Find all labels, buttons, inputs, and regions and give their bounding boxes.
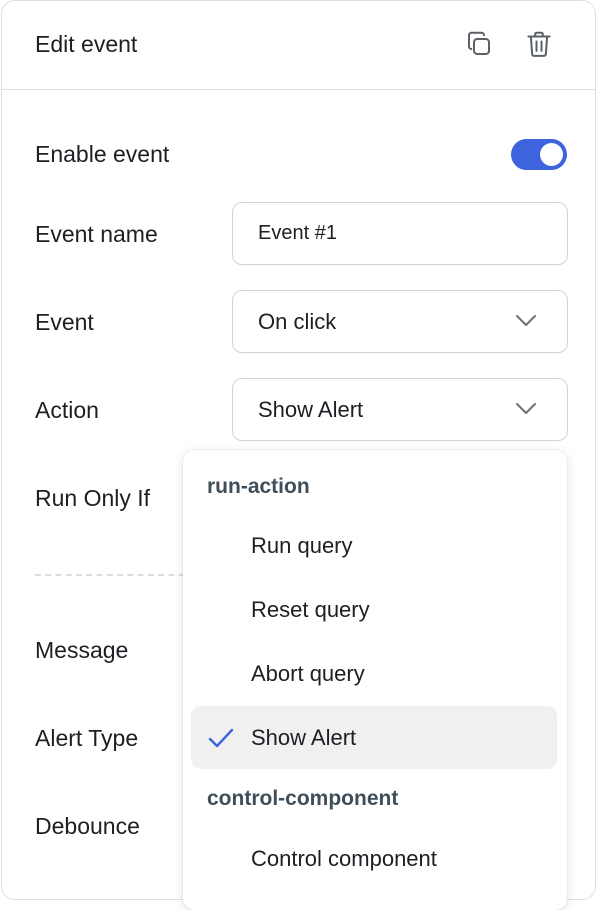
enable-event-toggle[interactable] bbox=[511, 139, 567, 170]
action-select-value: Show Alert bbox=[258, 396, 364, 422]
trash-icon[interactable] bbox=[522, 27, 556, 61]
option-show-alert[interactable]: Show Alert bbox=[191, 706, 557, 769]
option-control-component[interactable]: Control component bbox=[191, 827, 557, 890]
option-label: Abort query bbox=[251, 660, 365, 686]
option-reset-query[interactable]: Reset query bbox=[191, 578, 557, 641]
enable-event-label: Enable event bbox=[35, 141, 170, 167]
alert-type-label: Alert Type bbox=[35, 725, 139, 751]
option-label: Run query bbox=[251, 532, 353, 558]
message-label: Message bbox=[35, 637, 129, 663]
event-name-input[interactable]: Event #1 bbox=[232, 202, 568, 265]
group-label-control-component: control-component bbox=[207, 787, 399, 810]
copy-icon[interactable] bbox=[462, 27, 496, 61]
option-label: Reset query bbox=[251, 596, 370, 622]
panel-title: Edit event bbox=[35, 31, 138, 57]
action-select[interactable]: Show Alert bbox=[232, 378, 568, 441]
debounce-label: Debounce bbox=[35, 813, 140, 839]
action-label: Action bbox=[35, 397, 99, 423]
event-name-value: Event #1 bbox=[258, 222, 337, 244]
event-name-label: Event name bbox=[35, 221, 158, 247]
section-divider bbox=[35, 574, 195, 576]
event-select[interactable]: On click bbox=[232, 290, 568, 353]
group-label-run-action: run-action bbox=[207, 475, 310, 498]
option-run-query[interactable]: Run query bbox=[191, 514, 557, 577]
chevron-down-icon bbox=[516, 315, 536, 326]
chevron-down-icon bbox=[516, 403, 536, 414]
run-only-if-label: Run Only If bbox=[35, 485, 151, 511]
event-select-value: On click bbox=[258, 308, 337, 334]
option-abort-query[interactable]: Abort query bbox=[191, 642, 557, 705]
toggle-knob bbox=[540, 143, 563, 166]
option-label: Show Alert bbox=[251, 724, 357, 750]
option-label: Control component bbox=[251, 845, 437, 871]
check-icon bbox=[208, 728, 234, 748]
event-label: Event bbox=[35, 309, 94, 335]
panel-header: Edit event bbox=[2, 1, 595, 90]
action-dropdown-menu: run-action Run query Reset query Abort q… bbox=[183, 450, 567, 910]
